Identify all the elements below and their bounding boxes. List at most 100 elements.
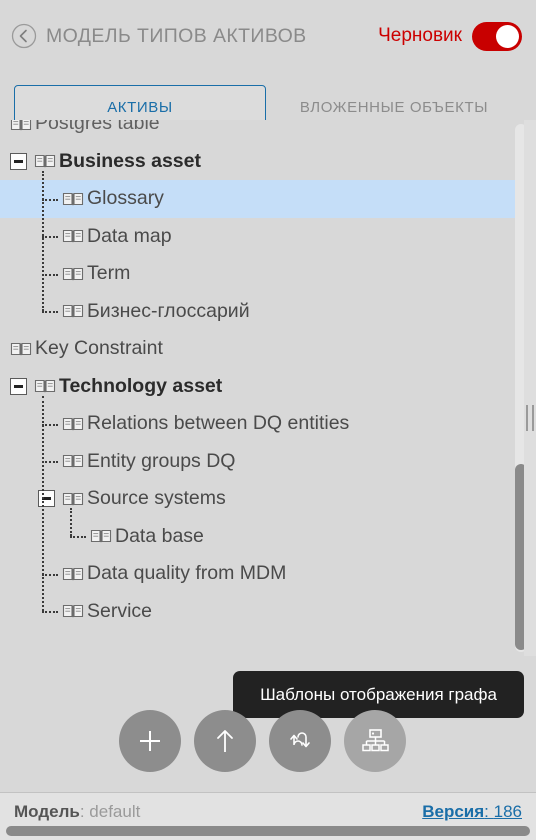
tree-node-label: Term	[87, 262, 131, 285]
tree-collapse-toggle[interactable]	[10, 377, 27, 395]
tree-node-row[interactable]: Glossary	[0, 180, 524, 218]
add-button[interactable]	[118, 710, 181, 772]
tree-node-label: Key Constraint	[35, 337, 163, 360]
chevron-left-circle-icon	[11, 23, 37, 49]
open-book-icon	[34, 380, 56, 393]
tree-node-label: Postgres table	[35, 120, 160, 135]
tree-node-label: Data quality from MDM	[87, 562, 287, 585]
tree-node-row[interactable]: Term	[0, 255, 524, 293]
open-book-icon	[62, 305, 84, 318]
model-separator: :	[79, 802, 90, 821]
status-bar: Модель: default Версия: 186	[0, 792, 536, 840]
tree-node-label: Data base	[115, 524, 204, 547]
tree-node-row[interactable]: Бизнес-глоссарий	[0, 293, 524, 331]
tree-collapse-toggle[interactable]	[10, 152, 27, 170]
version-separator: :	[484, 802, 494, 821]
sort-button[interactable]	[268, 710, 331, 772]
tree-node-row[interactable]: Source systems	[0, 480, 524, 518]
graph-templates-button[interactable]	[343, 710, 406, 772]
open-book-icon	[62, 192, 84, 205]
tooltip-text: Шаблоны отображения графа	[260, 684, 497, 704]
model-value: default	[89, 802, 141, 821]
tree-node-row[interactable]: Technology asset	[0, 368, 524, 406]
tree-node-row[interactable]: Service	[0, 593, 524, 631]
tree-node-label: Entity groups DQ	[87, 449, 236, 472]
version-label: Версия	[422, 802, 485, 821]
model-label: Модель	[14, 802, 80, 821]
tree-connector	[38, 191, 60, 207]
tree-node-row[interactable]: Relations between DQ entities	[0, 405, 524, 443]
tree-node-label: Source systems	[87, 487, 226, 510]
tree-node-label: Technology asset	[59, 374, 223, 397]
open-book-icon	[62, 267, 84, 280]
open-book-icon	[10, 120, 32, 130]
handle-bar-left	[526, 405, 528, 431]
tree-node-row[interactable]: Entity groups DQ	[0, 443, 524, 481]
horizontal-scrollbar[interactable]	[6, 826, 530, 836]
tree-node-label: Glossary	[87, 187, 164, 210]
tree-node-row[interactable]: Data quality from MDM	[0, 555, 524, 593]
open-book-icon	[62, 605, 84, 618]
tree-node-row[interactable]: Data map	[0, 218, 524, 256]
panel-resize-handle[interactable]	[526, 405, 534, 431]
open-book-icon	[62, 417, 84, 430]
tree-connector	[38, 416, 60, 432]
tree-connector	[38, 566, 60, 582]
asset-tree-panel: Postgres table Business asset Glossary Data…	[0, 120, 524, 656]
open-book-icon	[90, 530, 112, 543]
open-book-icon	[10, 342, 32, 355]
tree-connector	[38, 453, 60, 469]
handle-bar-right	[532, 405, 534, 431]
tab-assets-label: АКТИВЫ	[107, 98, 173, 116]
hierarchy-icon	[361, 729, 389, 752]
action-button-row	[0, 708, 524, 774]
tree-node-label: Relations between DQ entities	[87, 412, 350, 435]
tree-node-row[interactable]: Key Constraint	[0, 330, 524, 368]
tree-connector	[38, 603, 60, 619]
open-book-icon	[62, 455, 84, 468]
open-book-icon	[62, 230, 84, 243]
tree-node-label: Business asset	[59, 149, 201, 172]
page-title: МОДЕЛЬ ТИПОВ АКТИВОВ	[46, 24, 307, 47]
panel-divider	[524, 120, 536, 656]
tree-collapse-toggle[interactable]	[38, 490, 55, 508]
draft-label: Черновик	[378, 25, 462, 46]
tree-node-row[interactable]: Postgres table	[0, 120, 524, 143]
open-book-icon	[62, 567, 84, 580]
move-up-button[interactable]	[193, 710, 256, 772]
tree-node-label: Бизнес-глоссарий	[87, 299, 250, 322]
open-book-icon	[34, 155, 56, 168]
draft-status-group: Черновик	[378, 21, 522, 51]
arrow-up-icon	[216, 730, 233, 752]
tree-node-label: Service	[87, 599, 153, 622]
tree-connector	[38, 228, 60, 244]
minus-icon	[42, 497, 51, 501]
minus-icon	[14, 384, 23, 388]
tree-node-row[interactable]: Business asset	[0, 143, 524, 181]
sort-swap-icon	[289, 732, 310, 748]
tree-node-label: Data map	[87, 224, 172, 247]
asset-tree: Postgres table Business asset Glossary Data…	[0, 120, 524, 630]
tree-node-row[interactable]: Data base	[0, 518, 524, 556]
toggle-knob	[496, 24, 519, 48]
tree-connector	[38, 303, 60, 319]
tree-connector	[66, 528, 88, 544]
draft-toggle[interactable]	[472, 21, 522, 51]
version-value: 186	[493, 802, 522, 821]
back-button[interactable]	[10, 22, 38, 50]
version-link[interactable]: Версия: 186	[422, 802, 522, 822]
minus-icon	[14, 159, 23, 163]
